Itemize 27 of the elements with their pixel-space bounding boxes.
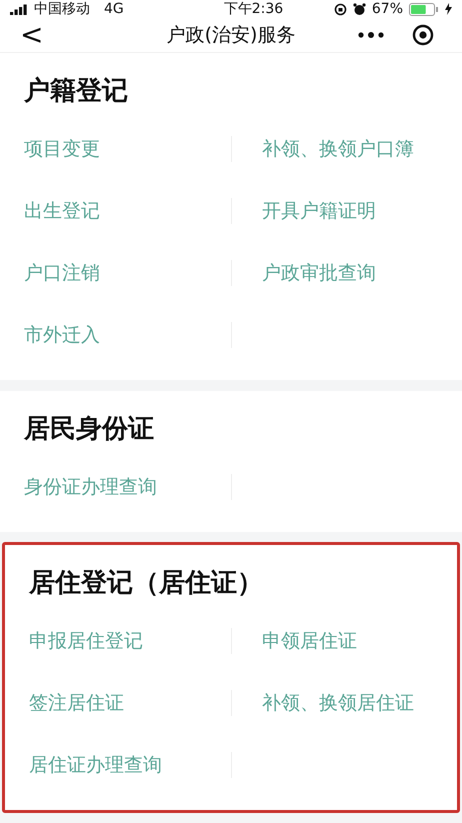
service-link[interactable]: 户口注销: [24, 260, 100, 286]
service-link[interactable]: 申报居住登记: [29, 628, 143, 654]
service-link[interactable]: 身份证办理查询: [24, 474, 157, 500]
section-title: 户籍登记: [24, 75, 129, 108]
network-type: 4G: [104, 1, 124, 17]
battery-percent: 67%: [372, 1, 403, 17]
service-link[interactable]: 申领居住证: [262, 628, 357, 654]
signal-icon: [10, 4, 28, 14]
service-link[interactable]: 户政审批查询: [262, 260, 376, 286]
service-link[interactable]: 项目变更: [24, 136, 100, 162]
service-link[interactable]: 出生登记: [24, 198, 100, 224]
service-link[interactable]: 签注居住证: [29, 690, 124, 716]
service-link[interactable]: 市外迁入: [24, 322, 100, 348]
back-button[interactable]: <: [16, 21, 48, 49]
service-link[interactable]: 居住证办理查询: [29, 752, 162, 778]
section-title: 居住登记（居住证）: [29, 567, 264, 600]
section-title: 居民身份证: [24, 412, 155, 446]
service-link[interactable]: 开具户籍证明: [262, 198, 376, 224]
battery-icon: [409, 2, 439, 16]
carrier-name: 中国移动: [34, 0, 90, 18]
service-link[interactable]: 补领、换领居住证: [262, 690, 414, 716]
service-link[interactable]: 补领、换领户口簿: [262, 136, 414, 162]
clock-time: 下午2:36: [224, 0, 284, 18]
more-icon[interactable]: [358, 32, 384, 38]
rotation-lock-icon: [334, 2, 347, 16]
charging-icon: [445, 3, 452, 15]
page-title: 户政(治安)服务: [166, 23, 296, 48]
